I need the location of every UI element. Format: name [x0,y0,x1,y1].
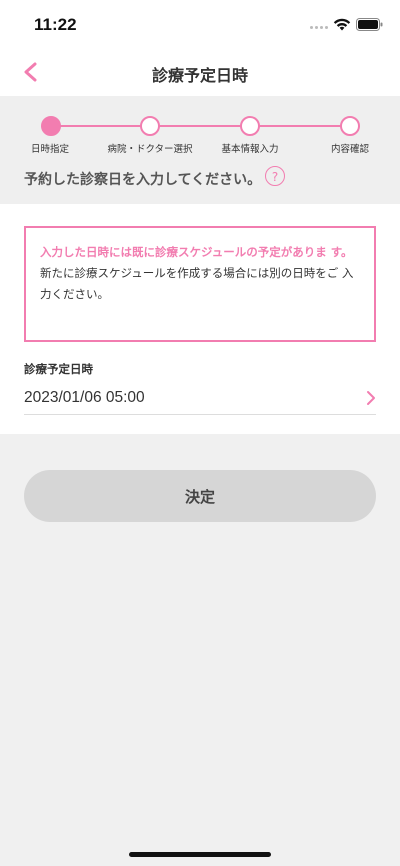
step-label-date: 日時指定 [30,144,70,155]
date-time-value: 2023/01/06 05:00 [24,389,145,406]
warning-alert: 入力した日時には既に診療スケジュールの予定がありま す。 新たに診療スケジュール… [24,226,376,342]
navigation-bar: 診療予定日時 [0,48,400,96]
form-section: 入力した日時には既に診療スケジュールの予定がありま す。 新たに診療スケジュール… [0,204,400,434]
alert-title: 入力した日時には既に診療スケジュールの予定がありま す。 [40,245,353,259]
instruction-text: 予約した診察日を入力してください。 [24,172,262,188]
step-label-confirm: 内容確認 [330,144,370,155]
progress-stepper: 日時指定 病院・ドクター選択 基本情報入力 内容確認 予約した診察日を入力してく… [0,96,400,204]
battery-icon [356,18,383,31]
home-indicator [129,852,271,857]
stepper-line [50,125,350,127]
help-icon[interactable]: ? [265,166,285,186]
step-dot-basic-info [240,116,260,136]
alert-body: 新たに診療スケジュールを作成する場合には別の日時をご 入力ください。 [40,266,354,301]
date-time-field[interactable]: 2023/01/06 05:00 [24,382,376,415]
step-label-basic-info: 基本情報入力 [221,144,279,155]
signal-icon [310,26,328,29]
date-field-label: 診療予定日時 [24,362,93,376]
submit-button[interactable]: 決定 [24,470,376,522]
status-time: 11:22 [34,15,77,34]
wifi-icon [333,18,351,31]
step-label-hospital: 病院・ドクター選択 [107,144,193,155]
step-dot-confirm [340,116,360,136]
step-dot-date [41,116,61,136]
chevron-right-icon [367,391,375,405]
status-bar: 11:22 [0,0,400,48]
page-title: 診療予定日時 [151,66,248,85]
step-dot-hospital [140,116,160,136]
